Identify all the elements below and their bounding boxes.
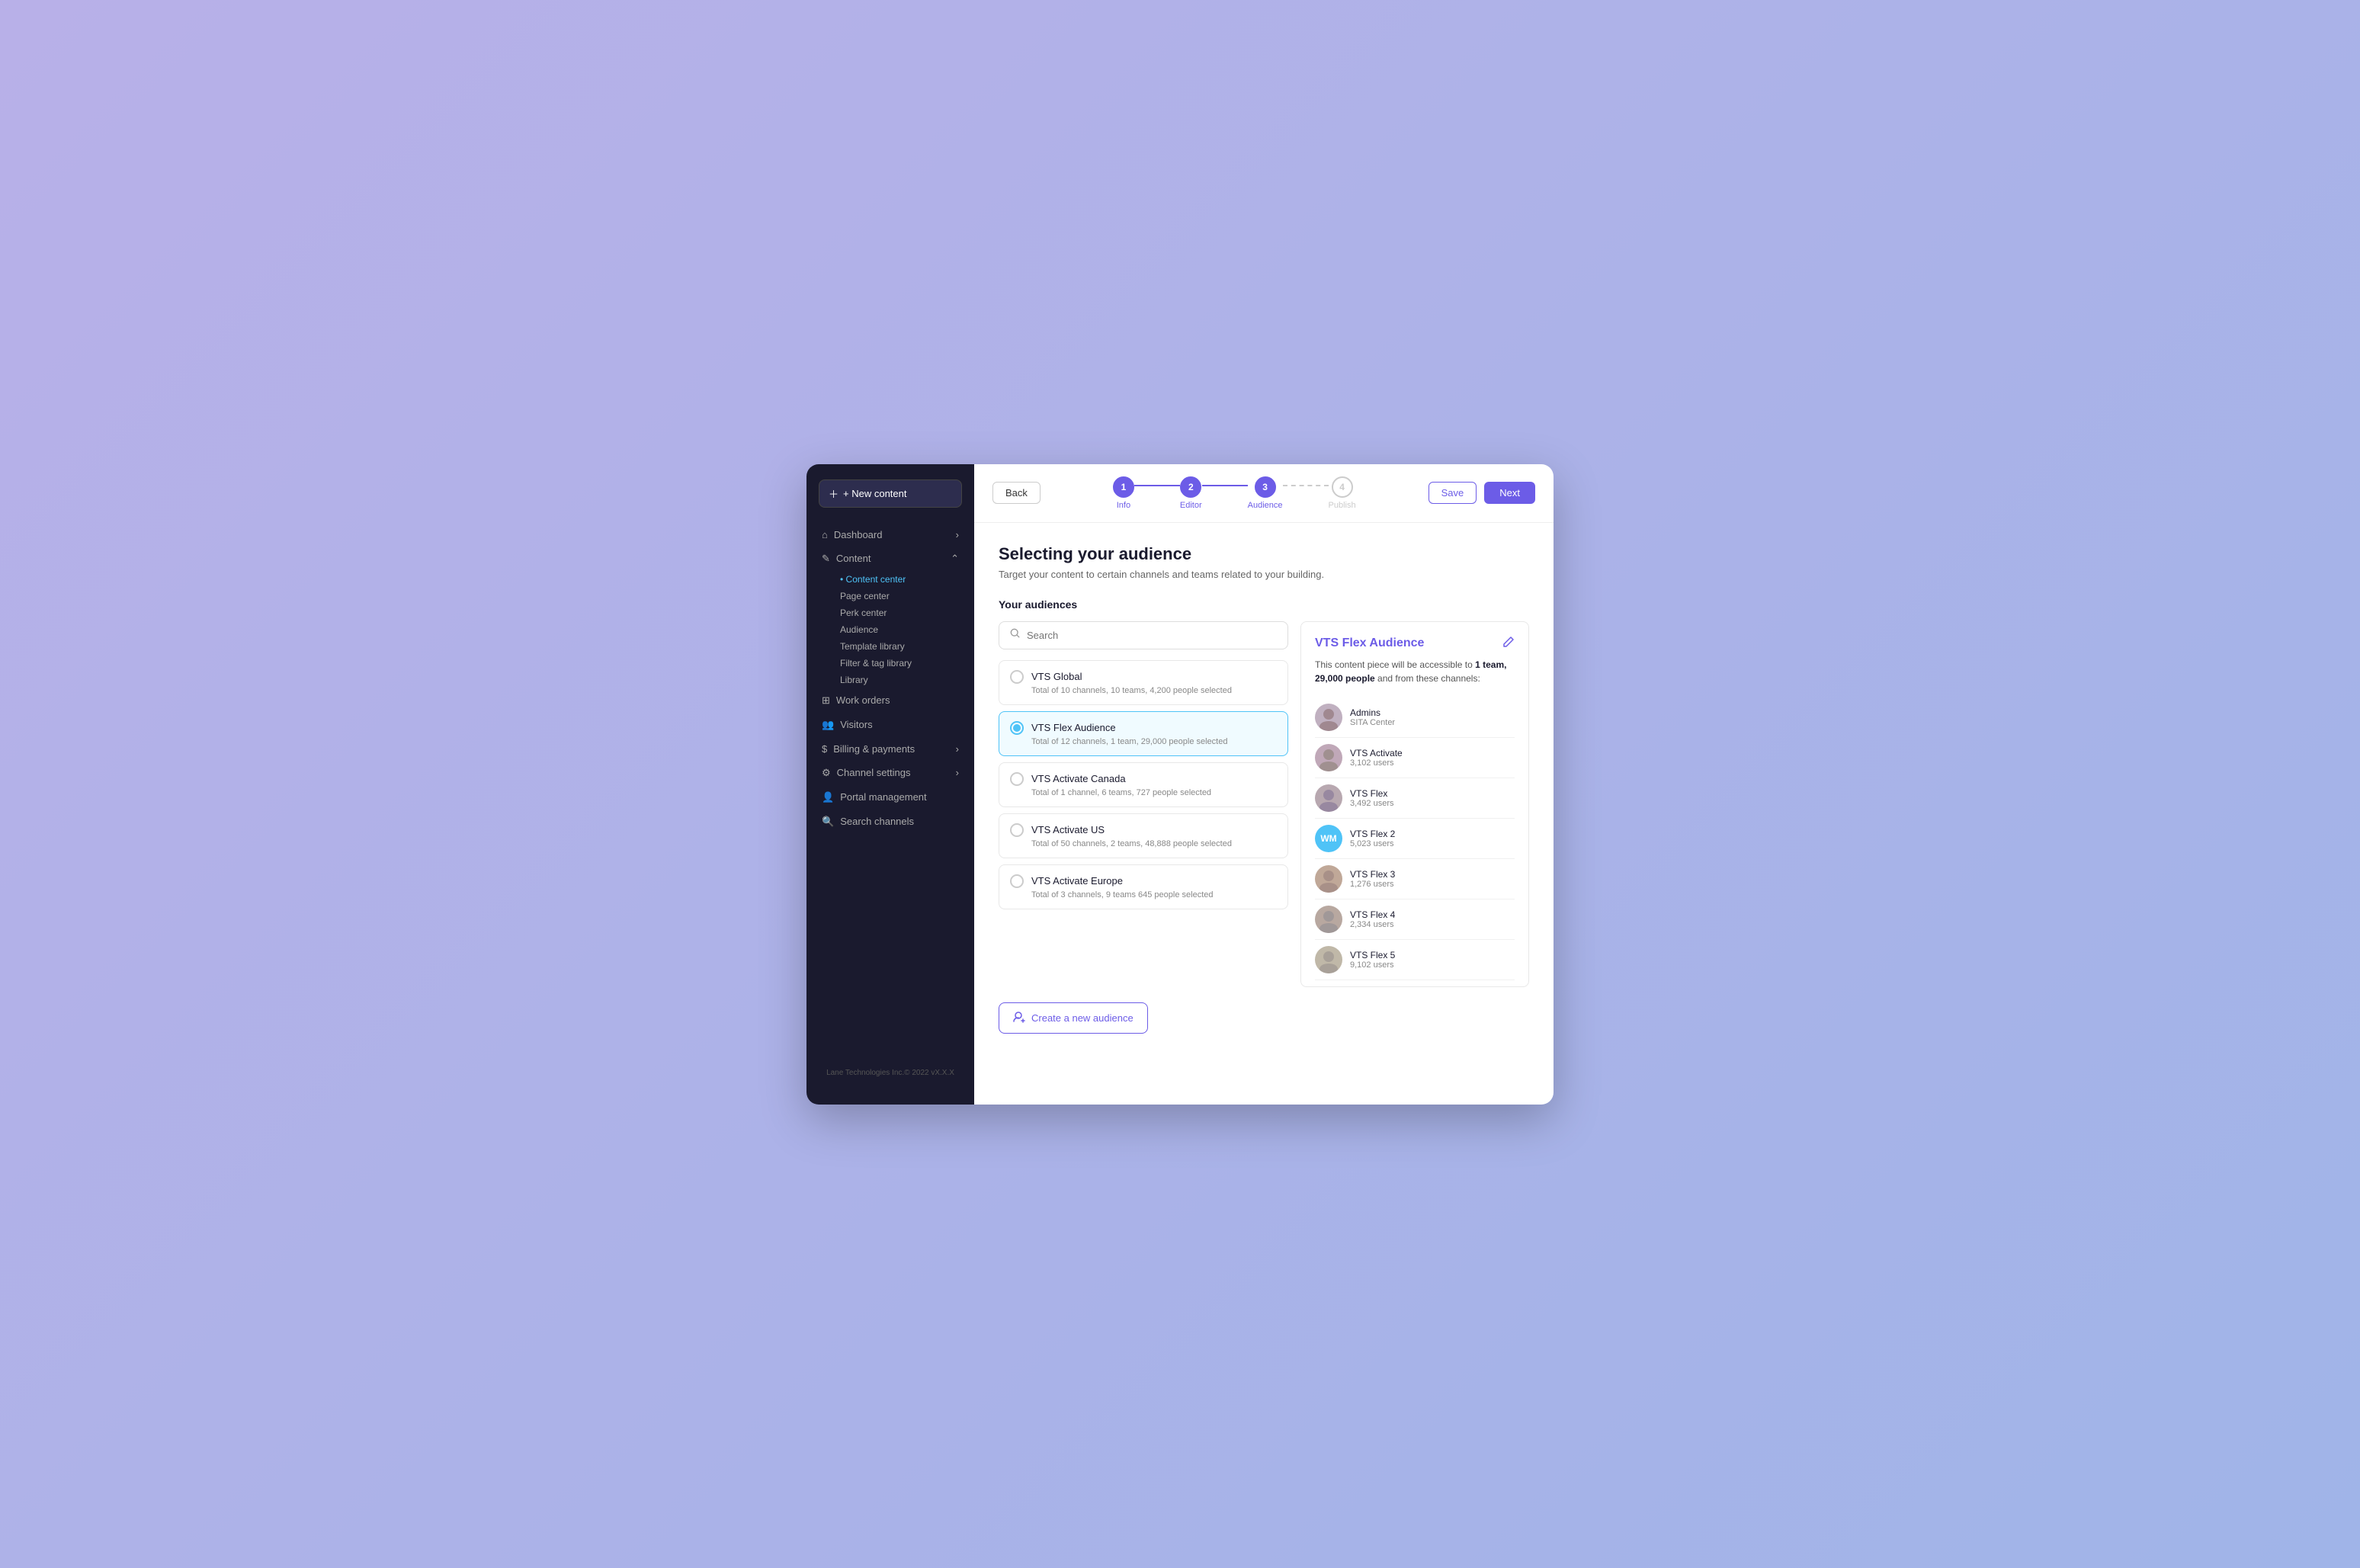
sidebar-nav: ⌂ Dashboard › ✎ Content ⌃ Content center… bbox=[806, 523, 974, 1057]
channel-item-vts-flex3: VTS Flex 3 1,276 users bbox=[1315, 859, 1515, 899]
channel-item-vts-flex6: WM VTS Flex 6 2,0335 users bbox=[1315, 980, 1515, 987]
main-content: Back 1 Info 2 Editor 3 Audience bbox=[974, 464, 1554, 1105]
create-audience-label: Create a new audience bbox=[1031, 1012, 1134, 1024]
step-info: 1 Info bbox=[1113, 476, 1134, 510]
add-user-icon bbox=[1013, 1011, 1025, 1025]
step-2-circle: 2 bbox=[1180, 476, 1201, 498]
sidebar-item-filter-tag[interactable]: Filter & tag library bbox=[806, 655, 974, 672]
search-input[interactable] bbox=[1027, 630, 1277, 641]
gear-icon: ⚙ bbox=[822, 767, 831, 779]
step-1-label: Info bbox=[1117, 501, 1130, 510]
app-container: ＋ + New content ⌂ Dashboard › ✎ Content … bbox=[806, 464, 1554, 1105]
audiences-layout: VTS Global Total of 10 channels, 10 team… bbox=[999, 621, 1529, 987]
avatar-admins bbox=[1315, 704, 1342, 731]
stepper: 1 Info 2 Editor 3 Audience 4 bbox=[1053, 476, 1416, 510]
new-content-button[interactable]: ＋ + New content bbox=[819, 479, 962, 508]
step-3-label: Audience bbox=[1248, 501, 1283, 510]
detail-description: This content piece will be accessible to… bbox=[1315, 658, 1515, 685]
avatar-vts-activate bbox=[1315, 744, 1342, 771]
sidebar-item-page-center[interactable]: Page center bbox=[806, 588, 974, 604]
edit-icon: ✎ bbox=[822, 553, 830, 565]
header-actions: Save Next bbox=[1429, 482, 1535, 504]
step-publish: 4 Publish bbox=[1329, 476, 1356, 510]
sidebar-item-visitors[interactable]: 👥 Visitors bbox=[806, 713, 974, 737]
person-icon: 👤 bbox=[822, 791, 834, 803]
search-box[interactable] bbox=[999, 621, 1288, 649]
step-line-3 bbox=[1283, 485, 1329, 486]
radio-vts-activate-us bbox=[1010, 823, 1024, 837]
step-3-circle: 3 bbox=[1255, 476, 1276, 498]
audience-item-vts-activate-us[interactable]: VTS Activate US Total of 50 channels, 2 … bbox=[999, 813, 1288, 858]
sidebar-item-perk-center[interactable]: Perk center bbox=[806, 604, 974, 621]
sidebar-item-template-library[interactable]: Template library bbox=[806, 638, 974, 655]
chevron-down-icon-billing: › bbox=[956, 743, 959, 755]
chevron-down-icon-channel: › bbox=[956, 767, 959, 778]
edit-detail-icon[interactable] bbox=[1502, 636, 1515, 652]
channel-item-vts-flex4: VTS Flex 4 2,334 users bbox=[1315, 899, 1515, 940]
avatar-vts-flex4 bbox=[1315, 906, 1342, 933]
avatar-vts-flex3 bbox=[1315, 865, 1342, 893]
home-icon: ⌂ bbox=[822, 529, 828, 540]
search-icon-sidebar: 🔍 bbox=[822, 816, 834, 828]
sidebar-item-billing[interactable]: $ Billing & payments › bbox=[806, 737, 974, 761]
step-editor: 2 Editor bbox=[1180, 476, 1202, 510]
users-icon: 👥 bbox=[822, 719, 834, 731]
sidebar-item-channel-settings[interactable]: ⚙ Channel settings › bbox=[806, 761, 974, 785]
channel-item-admins: Admins SITA Center bbox=[1315, 697, 1515, 738]
chevron-down-icon: › bbox=[956, 529, 959, 540]
audiences-list-panel: VTS Global Total of 10 channels, 10 team… bbox=[999, 621, 1288, 987]
step-audience: 3 Audience bbox=[1248, 476, 1283, 510]
step-4-circle: 4 bbox=[1332, 476, 1353, 498]
radio-vts-flex bbox=[1010, 721, 1024, 735]
page-subtitle: Target your content to certain channels … bbox=[999, 569, 1529, 580]
next-button[interactable]: Next bbox=[1484, 482, 1535, 504]
avatar-vts-flex2: WM bbox=[1315, 825, 1342, 852]
step-4-label: Publish bbox=[1329, 501, 1356, 510]
avatar-vts-flex5 bbox=[1315, 946, 1342, 973]
radio-vts-global bbox=[1010, 670, 1024, 684]
dollar-icon: $ bbox=[822, 743, 827, 755]
sidebar: ＋ + New content ⌂ Dashboard › ✎ Content … bbox=[806, 464, 974, 1105]
sidebar-item-content[interactable]: ✎ Content ⌃ bbox=[806, 547, 974, 571]
create-audience-button[interactable]: Create a new audience bbox=[999, 1002, 1148, 1034]
channel-item-vts-activate: VTS Activate 3,102 users bbox=[1315, 738, 1515, 778]
sidebar-item-library[interactable]: Library bbox=[806, 672, 974, 688]
section-label: Your audiences bbox=[999, 598, 1529, 611]
step-line-2 bbox=[1202, 485, 1248, 486]
content-body: Selecting your audience Target your cont… bbox=[974, 523, 1554, 1105]
sidebar-item-search-channels[interactable]: 🔍 Search channels bbox=[806, 810, 974, 834]
grid-icon: ⊞ bbox=[822, 694, 830, 707]
avatar-vts-flex6: WM bbox=[1315, 986, 1342, 987]
search-icon bbox=[1010, 628, 1021, 643]
audience-item-vts-global[interactable]: VTS Global Total of 10 channels, 10 team… bbox=[999, 660, 1288, 705]
back-button[interactable]: Back bbox=[992, 482, 1041, 504]
avatar-vts-flex bbox=[1315, 784, 1342, 812]
chevron-up-icon: ⌃ bbox=[951, 553, 959, 565]
audience-item-vts-activate-canada[interactable]: VTS Activate Canada Total of 1 channel, … bbox=[999, 762, 1288, 807]
page-title: Selecting your audience bbox=[999, 544, 1529, 564]
step-1-circle: 1 bbox=[1113, 476, 1134, 498]
sidebar-footer: Lane Technologies Inc.© 2022 vX.X.X bbox=[806, 1057, 974, 1089]
channel-item-vts-flex2: WM VTS Flex 2 5,023 users bbox=[1315, 819, 1515, 859]
header: Back 1 Info 2 Editor 3 Audience bbox=[974, 464, 1554, 523]
audience-detail-panel: VTS Flex Audience This content piece wil… bbox=[1300, 621, 1529, 987]
step-2-label: Editor bbox=[1180, 501, 1202, 510]
step-line-1 bbox=[1134, 485, 1180, 486]
sidebar-item-content-center[interactable]: Content center bbox=[806, 571, 974, 588]
channel-list: Admins SITA Center VTS Activate 3,10 bbox=[1315, 697, 1515, 987]
sidebar-item-portal[interactable]: 👤 Portal management bbox=[806, 785, 974, 810]
channel-item-vts-flex5: VTS Flex 5 9,102 users bbox=[1315, 940, 1515, 980]
plus-icon: ＋ bbox=[829, 486, 839, 501]
radio-vts-activate-canada bbox=[1010, 772, 1024, 786]
audience-item-vts-flex[interactable]: VTS Flex Audience Total of 12 channels, … bbox=[999, 711, 1288, 756]
radio-vts-activate-europe bbox=[1010, 874, 1024, 888]
sidebar-item-audience[interactable]: Audience bbox=[806, 621, 974, 638]
audience-item-vts-activate-europe[interactable]: VTS Activate Europe Total of 3 channels,… bbox=[999, 864, 1288, 909]
save-button[interactable]: Save bbox=[1429, 482, 1477, 504]
sidebar-item-work-orders[interactable]: ⊞ Work orders bbox=[806, 688, 974, 713]
sidebar-item-dashboard[interactable]: ⌂ Dashboard › bbox=[806, 523, 974, 547]
detail-title: VTS Flex Audience bbox=[1315, 636, 1515, 652]
channel-item-vts-flex: VTS Flex 3,492 users bbox=[1315, 778, 1515, 819]
